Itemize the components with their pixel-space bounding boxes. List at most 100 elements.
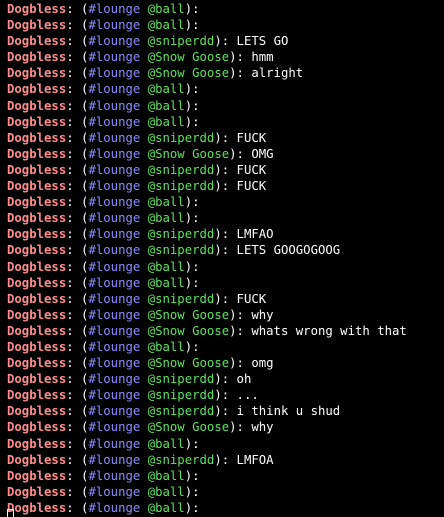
separator: : ( [66,66,89,81]
separator: : ( [66,307,89,322]
separator: ): [184,468,200,483]
separator: : ( [66,114,89,129]
sender-nick: Dogbless [7,452,67,467]
message-line: Dogbless: (#lounge @sniperdd): FUCK [7,178,407,194]
message-text: FUCK [236,179,267,194]
target-nick: @ball [147,2,185,16]
sender-nick: Dogbless [7,484,67,499]
message-text: why [251,420,274,435]
message-line: Dogbless: (#lounge @Snow Goose): why [7,307,407,323]
separator: : ( [66,227,89,242]
separator: ): [184,500,200,515]
sender-nick: Dogbless [7,436,67,451]
sender-nick: Dogbless [7,211,67,226]
terminal-window[interactable]: Dogbless: (#lounge @ball): Dogbless: (#lo… [0,0,444,517]
channel-name: #lounge [88,420,141,435]
message-line: Dogbless: (#lounge @ball): [7,17,407,33]
separator: ): [184,98,200,113]
target-nick: @Snow Goose [147,323,230,338]
target-nick: @sniperdd [147,452,215,467]
separator: ): [229,420,244,435]
message-line: Dogbless: (#lounge @sniperdd): oh [7,371,407,387]
message-line: Dogbless: (#lounge @sniperdd): FUCK [7,291,407,307]
separator: ): [184,484,200,499]
target-nick: @sniperdd [147,388,215,403]
channel-name: #lounge [88,146,141,161]
message-text: why [251,307,274,322]
message-line: Dogbless: (#lounge @Snow Goose): alright [7,65,407,81]
sender-nick: Dogbless [7,2,67,16]
target-nick: @Snow Goose [147,307,230,322]
separator: : ( [66,146,89,161]
message-text: FUCK [236,162,267,177]
separator: ): [184,436,200,451]
target-nick: @sniperdd [147,162,215,177]
channel-name: #lounge [88,404,141,419]
separator: : ( [66,259,89,274]
separator: ): [229,66,244,81]
message-text: omg [251,356,274,371]
message-text: alright [251,66,304,81]
channel-name: #lounge [88,130,141,145]
separator: ): [184,275,200,290]
sender-nick: Dogbless [7,323,67,338]
channel-name: #lounge [88,436,141,451]
sender-nick: Dogbless [7,50,67,65]
target-nick: @ball [147,339,185,354]
separator: : ( [66,436,89,451]
message-text: FUCK [236,130,267,145]
separator: : ( [66,2,89,16]
message-text: OMG [251,146,274,161]
sender-nick: Dogbless [7,82,67,97]
sender-nick: Dogbless [7,179,67,194]
target-nick: @sniperdd [147,291,215,306]
sender-nick: Dogbless [7,468,67,483]
message-line: Dogbless: (#lounge @ball): [7,436,407,452]
channel-name: #lounge [88,307,141,322]
target-nick: @sniperdd [147,227,215,242]
message-line: Dogbless: (#lounge @sniperdd): ... [7,387,407,403]
separator: ): [229,323,244,338]
separator: ): [229,307,244,322]
separator: : ( [66,211,89,226]
target-nick: @Snow Goose [147,420,230,435]
separator: : ( [66,18,89,33]
channel-name: #lounge [88,98,141,113]
target-nick: @ball [147,500,185,515]
message-line: Dogbless: (#lounge @ball): [7,210,407,226]
separator: : ( [66,420,89,435]
separator: ): [214,130,230,145]
separator: ): [214,179,230,194]
separator: ): [184,195,200,210]
channel-name: #lounge [88,2,141,16]
separator: : ( [66,130,89,145]
separator: : ( [66,243,89,258]
separator: ): [214,243,230,258]
separator: ): [184,211,200,226]
target-nick: @ball [147,82,185,97]
sender-nick: Dogbless [7,195,67,210]
message-log: Dogbless: (#lounge @ball): Dogbless: (#lo… [7,1,407,516]
message-text: whats wrong with that [251,323,407,338]
separator: : ( [66,339,89,354]
channel-name: #lounge [88,356,141,371]
sender-nick: Dogbless [7,420,67,435]
channel-name: #lounge [88,291,141,306]
message-line: Dogbless: (#lounge @sniperdd): LETS GOOG… [7,242,407,258]
message-text: i think u shud [236,404,341,419]
